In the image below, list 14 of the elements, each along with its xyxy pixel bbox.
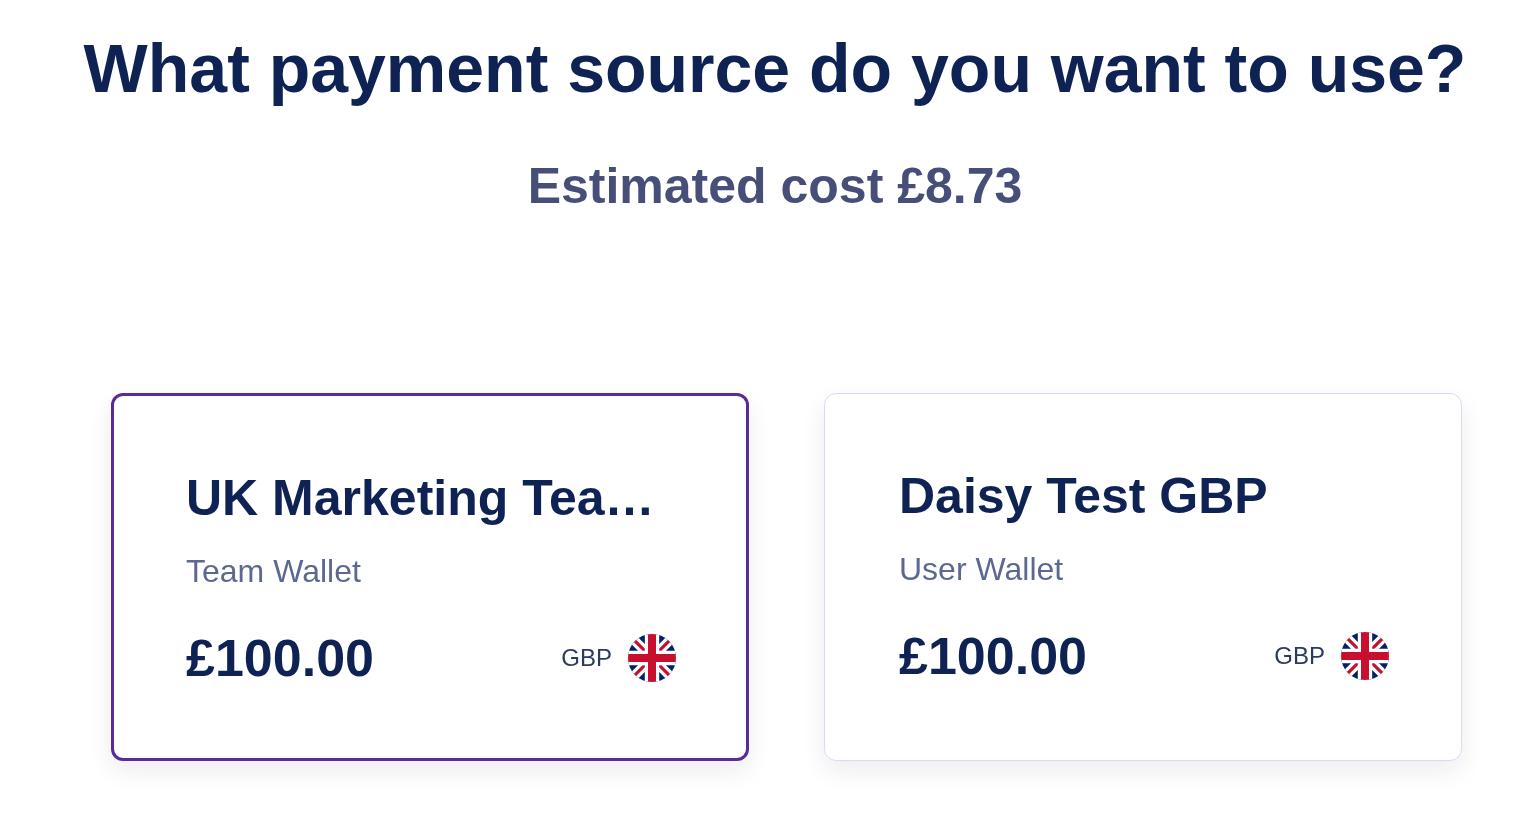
- wallet-type: Team Wallet: [186, 553, 361, 589]
- page-heading: What payment source do you want to use?: [83, 30, 1467, 106]
- currency-code: GBP: [561, 644, 612, 672]
- uk-flag-icon: [1341, 632, 1389, 680]
- wallet-balance: £100.00: [899, 628, 1087, 684]
- currency-code: GBP: [1274, 642, 1325, 670]
- wallet-card[interactable]: Daisy Test GBP User Wallet £100.00 GBP: [824, 393, 1462, 761]
- estimated-cost: Estimated cost £8.73: [527, 158, 1023, 214]
- wallet-card[interactable]: UK Marketing Tea… Team Wallet £100.00 GBP: [111, 393, 749, 761]
- wallet-type: User Wallet: [899, 551, 1064, 587]
- uk-flag-icon: [628, 634, 676, 682]
- wallet-name: Daisy Test GBP: [899, 468, 1268, 524]
- wallet-name: UK Marketing Tea…: [186, 470, 655, 526]
- wallet-balance: £100.00: [186, 630, 374, 686]
